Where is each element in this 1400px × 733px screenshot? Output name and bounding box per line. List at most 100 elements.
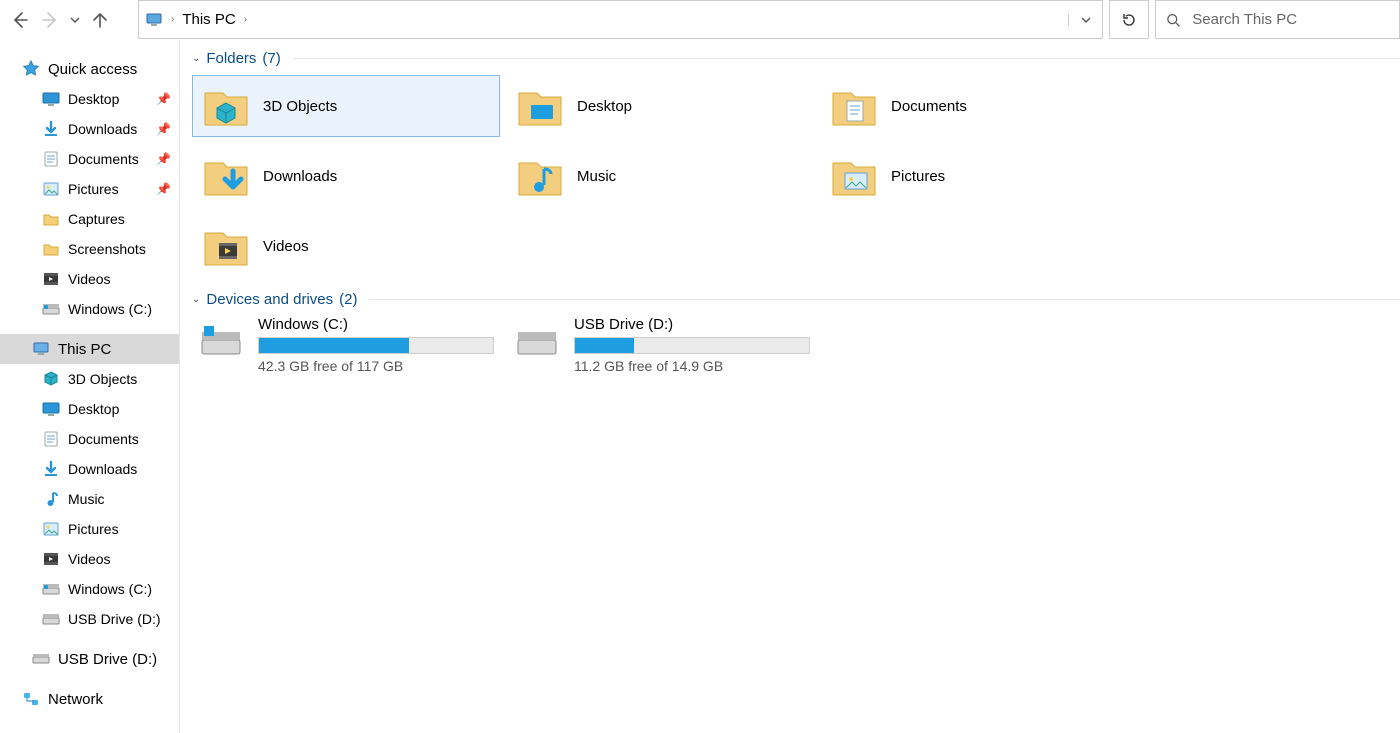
downloads-icon xyxy=(42,120,60,138)
tree-quick-access-item[interactable]: Screenshots xyxy=(0,234,179,264)
tree-this-pc-item[interactable]: Music xyxy=(0,484,179,514)
documents-icon xyxy=(831,83,877,129)
folders-grid: 3D Objects Desktop Documents Downloads M… xyxy=(180,71,1400,287)
chevron-down-icon: ⌄ xyxy=(192,294,200,305)
tree-this-pc-item[interactable]: Videos xyxy=(0,544,179,574)
chevron-down-icon: ⌄ xyxy=(192,53,200,64)
tree-label: Downloads xyxy=(68,461,137,477)
pin-icon: 📌 xyxy=(156,152,171,166)
tree-usb-drive[interactable]: USB Drive (D:) xyxy=(0,644,179,674)
divider xyxy=(293,58,1400,59)
videos-icon xyxy=(42,270,60,288)
drive-item[interactable]: Windows (C:) 42.3 GB free of 117 GB xyxy=(192,316,502,374)
breadcrumb-location[interactable]: This PC xyxy=(182,11,235,28)
folder-label: 3D Objects xyxy=(263,98,337,115)
folder-item[interactable]: Videos xyxy=(192,215,500,277)
folder-item[interactable]: Music xyxy=(506,145,814,207)
drive-usage-bar xyxy=(258,337,494,354)
tree-label: This PC xyxy=(58,341,111,358)
folder-item[interactable]: Downloads xyxy=(192,145,500,207)
back-button[interactable] xyxy=(8,8,32,32)
videos-icon xyxy=(42,550,60,568)
forward-button[interactable] xyxy=(38,8,62,32)
tree-this-pc-item[interactable]: Downloads xyxy=(0,454,179,484)
tree-label: Videos xyxy=(68,551,111,567)
drive-free-text: 11.2 GB free of 14.9 GB xyxy=(574,358,810,374)
tree-quick-access-item[interactable]: Pictures 📌 xyxy=(0,174,179,204)
drive-usage-bar xyxy=(574,337,810,354)
group-count: (7) xyxy=(262,50,280,67)
tree-label: 3D Objects xyxy=(68,371,137,387)
drive-item[interactable]: USB Drive (D:) 11.2 GB free of 14.9 GB xyxy=(508,316,818,374)
downloads-icon xyxy=(203,153,249,199)
folder-label: Music xyxy=(577,168,616,185)
recent-locations-button[interactable] xyxy=(68,8,82,32)
address-bar[interactable]: › This PC › xyxy=(138,0,1103,39)
tree-this-pc-item[interactable]: Desktop xyxy=(0,394,179,424)
tree-this-pc-item[interactable]: Windows (C:) xyxy=(0,574,179,604)
drive-info: Windows (C:) 42.3 GB free of 117 GB xyxy=(258,316,502,374)
3dobjects-icon xyxy=(203,83,249,129)
tree-this-pc[interactable]: This PC xyxy=(0,334,179,364)
refresh-button[interactable] xyxy=(1109,0,1149,39)
tree-network[interactable]: Network xyxy=(0,684,179,714)
pictures-icon xyxy=(831,153,877,199)
drive-c-icon xyxy=(198,316,244,362)
arrow-left-icon xyxy=(10,10,30,30)
videos-icon xyxy=(203,223,249,269)
address-dropdown-button[interactable] xyxy=(1068,14,1102,26)
folder-icon xyxy=(42,210,60,228)
tree-label: Documents xyxy=(68,151,139,167)
folder-label: Videos xyxy=(263,238,309,255)
toolbar: › This PC › xyxy=(0,0,1400,40)
group-count: (2) xyxy=(339,291,357,308)
tree-label: Screenshots xyxy=(68,241,146,257)
tree-label: Downloads xyxy=(68,121,137,137)
up-button[interactable] xyxy=(88,8,112,32)
refresh-icon xyxy=(1121,12,1137,28)
search-box[interactable] xyxy=(1155,0,1400,39)
drives-grid: Windows (C:) 42.3 GB free of 117 GB USB … xyxy=(180,312,1400,374)
pin-icon: 📌 xyxy=(156,92,171,106)
tree-label: Network xyxy=(48,691,103,708)
tree-quick-access-item[interactable]: Windows (C:) xyxy=(0,294,179,324)
tree-label: Pictures xyxy=(68,181,119,197)
desktop-icon xyxy=(42,400,60,418)
tree-this-pc-item[interactable]: Pictures xyxy=(0,514,179,544)
folder-label: Desktop xyxy=(577,98,632,115)
main: Quick access Desktop 📌 Downloads 📌 Docum… xyxy=(0,40,1400,733)
folder-label: Documents xyxy=(891,98,967,115)
tree-quick-access-item[interactable]: Videos xyxy=(0,264,179,294)
drive-name: USB Drive (D:) xyxy=(574,316,810,333)
divider xyxy=(369,299,1400,300)
documents-icon xyxy=(42,430,60,448)
tree-this-pc-item[interactable]: 3D Objects xyxy=(0,364,179,394)
tree-quick-access[interactable]: Quick access xyxy=(0,54,179,84)
group-title: Folders xyxy=(206,50,256,67)
tree-quick-access-item[interactable]: Documents 📌 xyxy=(0,144,179,174)
arrow-right-icon xyxy=(40,10,60,30)
desktop-icon xyxy=(42,90,60,108)
address-content[interactable]: › This PC › xyxy=(139,1,1068,38)
star-icon xyxy=(22,60,40,78)
drive-usb-icon xyxy=(42,610,60,628)
tree-label: Desktop xyxy=(68,401,119,417)
tree-label: Quick access xyxy=(48,61,137,78)
group-header-drives[interactable]: ⌄ Devices and drives (2) xyxy=(180,287,1400,312)
tree-label: USB Drive (D:) xyxy=(58,651,157,668)
group-header-folders[interactable]: ⌄ Folders (7) xyxy=(180,46,1400,71)
search-input[interactable] xyxy=(1190,1,1399,38)
pin-icon: 📌 xyxy=(156,182,171,196)
drive-c-icon xyxy=(42,300,60,318)
tree-this-pc-item[interactable]: Documents xyxy=(0,424,179,454)
tree-quick-access-item[interactable]: Downloads 📌 xyxy=(0,114,179,144)
usb-drive-icon xyxy=(32,650,50,668)
folder-item[interactable]: Pictures xyxy=(820,145,1128,207)
tree-this-pc-item[interactable]: USB Drive (D:) xyxy=(0,604,179,634)
folder-item[interactable]: 3D Objects xyxy=(192,75,500,137)
folder-item[interactable]: Documents xyxy=(820,75,1128,137)
tree-quick-access-item[interactable]: Captures xyxy=(0,204,179,234)
content-area: ⌄ Folders (7) 3D Objects Desktop Documen… xyxy=(180,40,1400,733)
tree-quick-access-item[interactable]: Desktop 📌 xyxy=(0,84,179,114)
folder-item[interactable]: Desktop xyxy=(506,75,814,137)
